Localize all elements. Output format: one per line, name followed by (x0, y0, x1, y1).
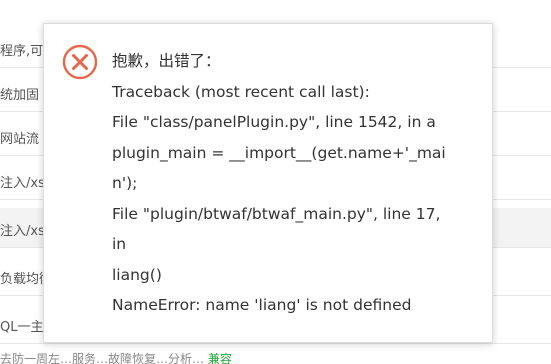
list-item-text: 程序,可 (0, 44, 44, 59)
error-line: File "plugin/btwaf/btwaf_main.py", line … (112, 204, 441, 223)
error-line: Traceback (most recent call last): (112, 82, 370, 101)
bottom-prefix-text: 去防一周左…服务…故障恢复…分析… (0, 352, 205, 364)
list-item-text: 统加固 (0, 88, 40, 103)
page: 程序,可 统加固 网站流 注入/xss 注入/xss 负载均衡 QL一主 去防一… (0, 0, 551, 364)
bottom-link[interactable]: 兼容 (208, 352, 232, 364)
list-item-text: QL一主 (0, 320, 44, 335)
background-bottom-text: 去防一周左…服务…故障恢复…分析… 兼容 (0, 350, 551, 364)
error-line: File "class/panelPlugin.py", line 1542, … (112, 113, 436, 131)
error-circle-x-icon (62, 44, 98, 80)
error-message: 抱歉，出错了： Traceback (most recent call last… (112, 46, 480, 321)
list-item-text: 网站流 (0, 132, 40, 147)
error-line: n'); (112, 174, 138, 192)
error-line: plugin_main = __import__(get.name+'_mai (112, 143, 446, 162)
error-dialog: 抱歉，出错了： Traceback (most recent call last… (43, 23, 493, 343)
error-line: NameError: name 'liang' is not defined (112, 296, 412, 314)
error-line: in (112, 235, 127, 253)
error-line: liang() (112, 265, 162, 284)
error-title: 抱歉，出错了： (112, 52, 221, 70)
